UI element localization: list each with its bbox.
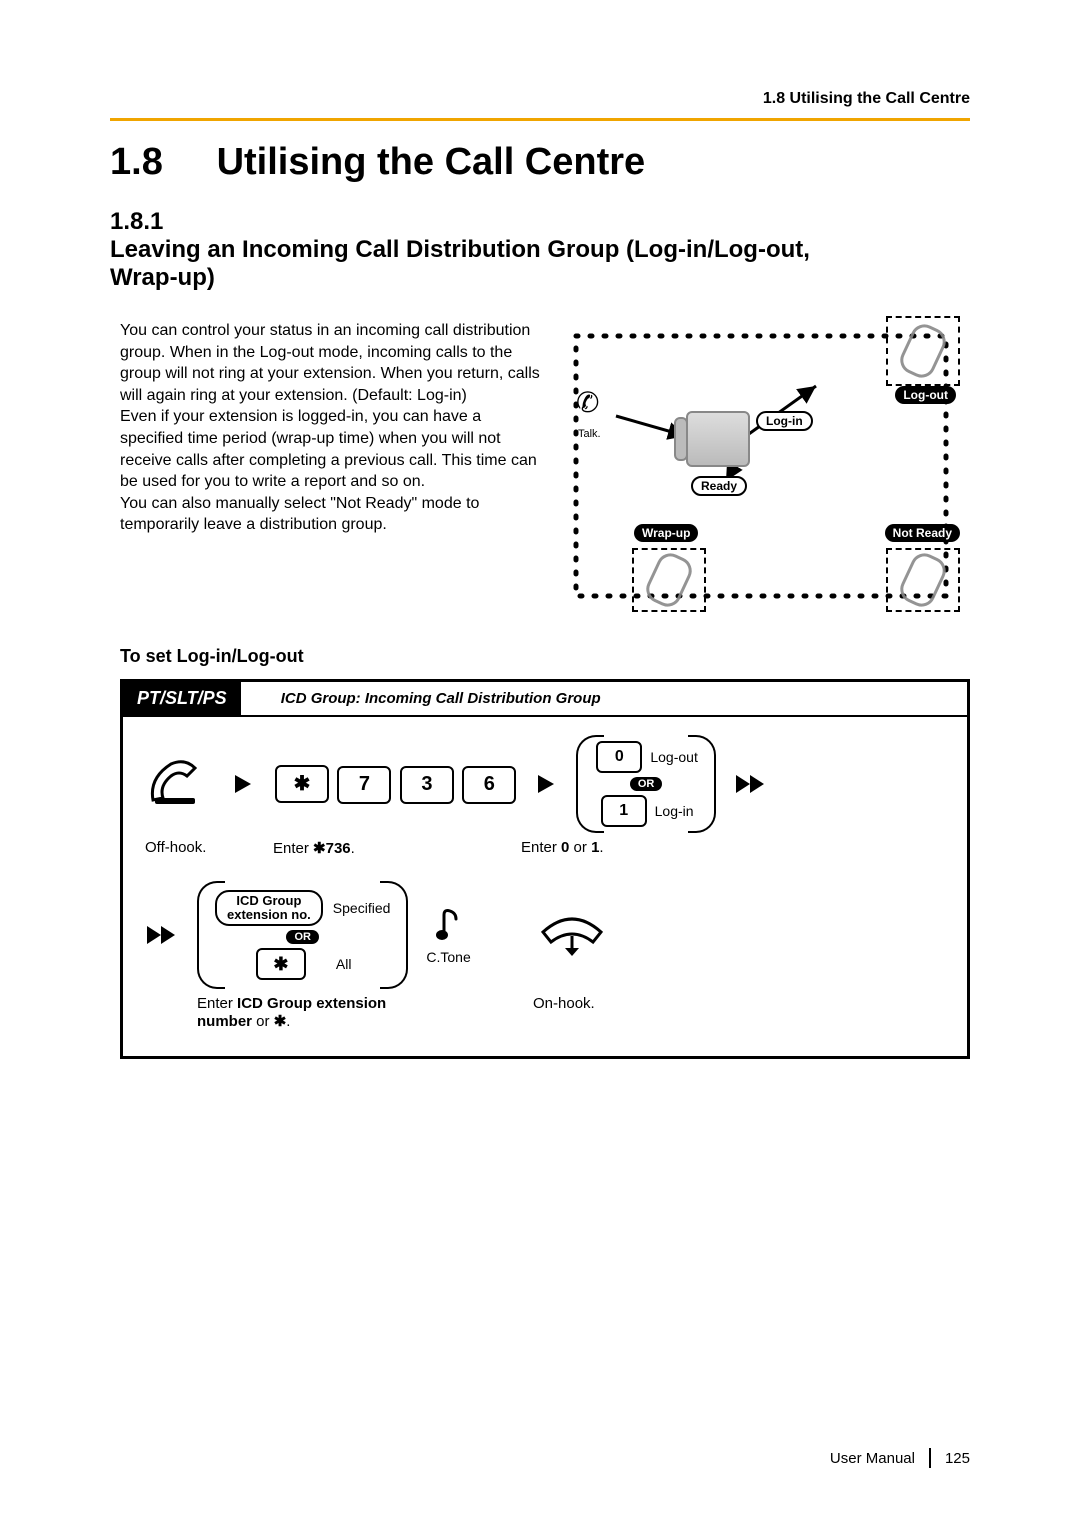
or-pill: OR — [630, 777, 663, 791]
state-notready: Not Ready — [885, 524, 960, 542]
state-wrapup: Wrap-up — [634, 524, 698, 542]
intro-p2: Even if your extension is logged-in, you… — [120, 408, 537, 490]
running-header: 1.8 Utilising the Call Centre — [110, 90, 970, 108]
flow-arrow-icon — [233, 773, 255, 795]
handset-icon — [896, 320, 951, 382]
subsection-title: 1.8.1 Leaving an Incoming Call Distribut… — [110, 208, 970, 292]
subsection-name: Leaving an Incoming Call Distribution Gr… — [110, 236, 870, 292]
offhook-caption: Off-hook. — [145, 839, 215, 856]
or-pill: OR — [286, 930, 319, 944]
confirmation-tone-icon — [432, 905, 466, 945]
key-star: ✱ — [256, 948, 306, 980]
flow-double-arrow-icon — [734, 773, 768, 795]
dial-code-keys: ✱ 7 3 6 — [273, 765, 518, 804]
handset-icon — [896, 549, 951, 611]
flow-double-arrow-icon — [145, 924, 179, 946]
footer-doc-name: User Manual — [830, 1450, 915, 1467]
section-title: 1.8 Utilising the Call Centre — [110, 141, 970, 184]
phone-icon — [686, 411, 750, 467]
procedure-heading: To set Log-in/Log-out — [120, 646, 970, 667]
enter-01-caption: Enter 0 or 1. — [521, 839, 671, 856]
procedure-header-note: ICD Group: Incoming Call Distribution Gr… — [241, 690, 601, 707]
key-7: 7 — [337, 766, 391, 804]
state-diagram: ✆ Talk. Log-in Ready Log-out Wrap-up Not… — [556, 316, 970, 616]
ctone-label: C.Tone — [426, 949, 470, 965]
subsection-number: 1.8.1 — [110, 208, 206, 236]
flow-arrow-icon — [536, 773, 558, 795]
onhook-caption: On-hook. — [533, 995, 653, 1012]
opt0-label: Log-out — [650, 749, 697, 765]
key-1: 1 — [601, 795, 647, 827]
handset-icon — [642, 549, 697, 611]
icd-option-group: ICD Group extension no. Specified OR ✱ A… — [197, 881, 408, 989]
onhook-icon — [537, 912, 607, 958]
section-number: 1.8 — [110, 141, 206, 184]
key-6: 6 — [462, 766, 516, 804]
state-logout: Log-out — [895, 386, 956, 404]
intro-p3: You can also manually select "Not Ready"… — [120, 495, 479, 534]
enter-code-caption: Enter ✱736. — [273, 839, 463, 857]
footer-page-number: 125 — [945, 1450, 970, 1467]
procedure-box: PT/SLT/PS ICD Group: Incoming Call Distr… — [120, 679, 970, 1059]
login-logout-option: 0 Log-out OR 1 Log-in — [576, 735, 715, 833]
page-footer: User Manual 125 — [830, 1448, 970, 1468]
state-ready: Ready — [691, 476, 747, 496]
intro-p1: You can control your status in an incomi… — [120, 322, 540, 404]
section-name: Utilising the Call Centre — [217, 141, 646, 183]
offhook-icon — [145, 758, 215, 810]
intro-paragraphs: You can control your status in an incomi… — [110, 316, 540, 616]
key-3: 3 — [400, 766, 454, 804]
state-login: Log-in — [756, 411, 813, 431]
all-label: All — [336, 956, 352, 972]
specified-label: Specified — [333, 900, 391, 916]
enter-ext-caption: Enter ICD Group extension number or ✱. — [197, 995, 437, 1030]
state-talk: Talk. — [578, 428, 601, 440]
device-type-tag: PT/SLT/PS — [123, 682, 241, 715]
opt1-label: Log-in — [655, 803, 694, 819]
icd-box-line2: extension no. — [227, 907, 311, 922]
footer-separator — [929, 1448, 931, 1468]
key-star: ✱ — [275, 765, 329, 803]
icd-box-line1: ICD Group — [236, 893, 301, 908]
key-0: 0 — [596, 741, 642, 773]
header-rule — [110, 118, 970, 121]
